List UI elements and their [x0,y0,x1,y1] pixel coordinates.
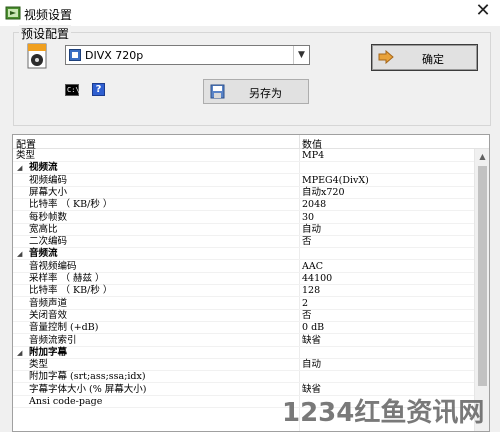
grid-header-value: 数值 [302,140,322,151]
ok-button-label: 确定 [422,53,444,66]
grid-header: 配置 数值 [13,135,489,151]
grid-row[interactable]: 类型 自动 [13,359,475,372]
vertical-scrollbar[interactable]: ▲ [474,149,489,431]
grid-category-row[interactable]: ◢ 视频流 [13,162,475,175]
chevron-down-icon[interactable]: ▼ [293,46,309,64]
save-as-button[interactable]: 另存为 [203,79,309,104]
preset-group: 预设配置 DIVX 720p ▼ 确定 C:\ ? 另存为 [13,25,491,126]
grid-row[interactable]: 比特率 （ KB/秒 ） 128 [13,285,475,298]
grid-row[interactable]: 每秒帧数 30 [13,212,475,224]
preset-dropdown-value: DIVX 720p [85,49,144,62]
video-settings-window: 视频设置 ✕ 预设配置 DIVX 720p ▼ 确定 C:\ ? 另存为 配置 … [0,0,500,432]
grid-row[interactable]: 关闭音效否 [13,310,475,322]
header-divider [299,135,300,149]
grid-row[interactable]: 宽高比 自动 [13,224,475,236]
save-as-button-label: 另存为 [249,87,282,100]
close-icon: ✕ [475,0,491,21]
grid-row[interactable]: 视频编码 MPEG4(DivX) [13,175,475,187]
command-line-icon[interactable]: C:\ [65,84,80,96]
scroll-up-icon[interactable]: ▲ [475,149,489,164]
grid-category-row[interactable]: ◢ 音频流 [13,248,475,261]
close-button[interactable]: ✕ [472,1,494,23]
grid-row[interactable]: 比特率 （ KB/秒 ） 2048 [13,199,475,212]
grid-row[interactable]: 音视频编码 AAC [13,261,475,273]
app-icon [5,6,21,20]
grid-row[interactable]: 音频声道 2 [13,298,475,310]
grid-row[interactable]: 屏幕大小 自动x720 [13,187,475,199]
grid-row[interactable]: 二次编码否 [13,236,475,249]
grid-row[interactable]: 类型 MP4 [13,150,475,163]
grid-row[interactable]: 采样率 （ 赫兹 ） 44100 [13,273,475,286]
preset-group-label: 预设配置 [19,25,72,42]
window-title: 视频设置 [24,8,73,22]
grid-header-name: 配置 [16,140,36,151]
scroll-thumb[interactable] [478,166,487,386]
grid-row[interactable]: 音频流索引 缺省 [13,335,475,347]
grid-row[interactable]: 附加字幕 (srt;ass;ssa;idx) [13,371,475,384]
mp4-preset-icon [27,43,47,69]
save-icon [210,84,225,99]
preset-format-icon [69,49,81,61]
preset-dropdown[interactable]: DIVX 720p ▼ [65,45,310,65]
arrow-right-icon [378,50,394,64]
watermark: 1234红鱼资讯网 [282,398,485,428]
title-bar: 视频设置 ✕ [0,0,500,26]
help-icon[interactable]: ? [92,83,105,96]
grid-category-row[interactable]: ◢ 附加字幕 [13,347,475,359]
ok-button[interactable]: 确定 [371,44,478,71]
property-grid[interactable]: 配置 数值 类型 MP4 ◢ 视频流 视频编码 MPEG4(DivX) 屏幕大小 自动x720… [12,134,490,432]
grid-row[interactable]: 音量控制 (+dB) 0 dB [13,322,475,335]
